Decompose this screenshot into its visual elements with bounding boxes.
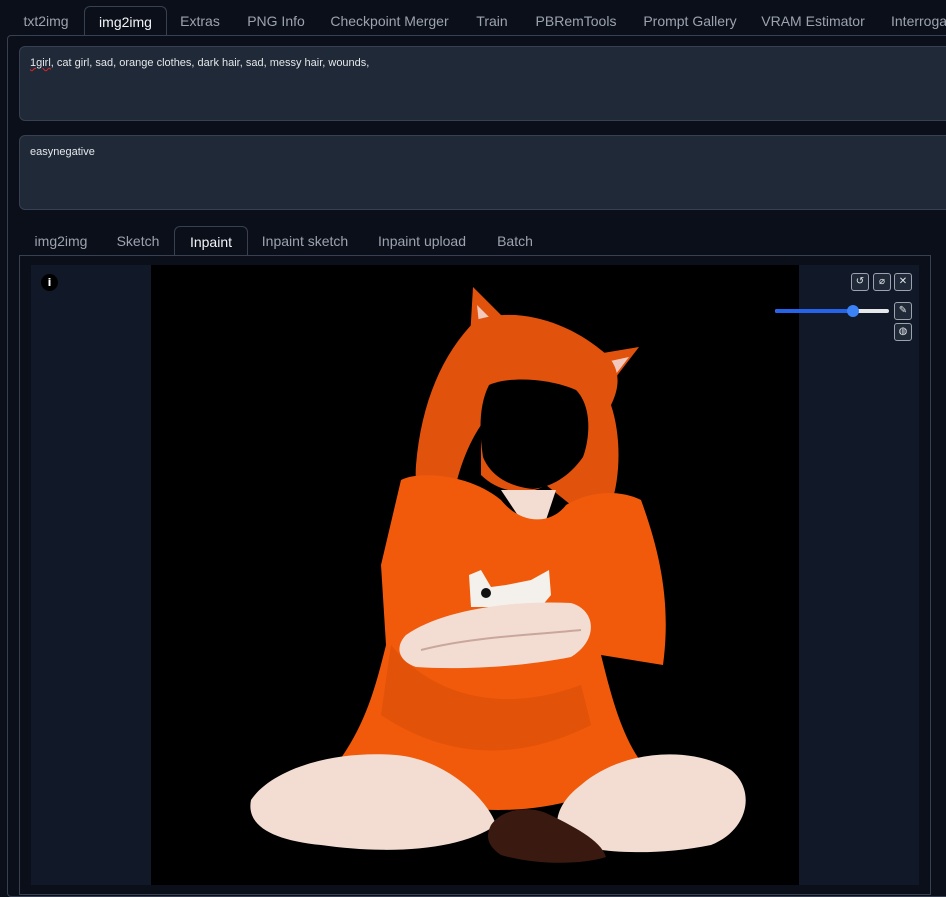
prompt-text: , cat girl, sad, orange clothes, dark ha… [50,57,370,69]
prompt-misspelled-word: 1girl [30,57,51,69]
brush-size-slider[interactable] [775,305,889,317]
clear-icon[interactable]: ⌀ [873,273,891,291]
main-tab-bar: txt2img img2img Extras PNG Info Checkpoi… [0,0,946,36]
subtab-img2img[interactable]: img2img [19,226,103,256]
cat-print-eye [481,588,491,598]
tab-interrogator[interactable]: Interroga [881,6,946,36]
tab-prompt-gallery[interactable]: Prompt Gallery [633,6,747,36]
brush-icon[interactable]: ✎ [894,302,912,320]
tab-txt2img[interactable]: txt2img [10,6,82,36]
color-palette-icon[interactable]: ◍ [894,323,912,341]
subtab-batch[interactable]: Batch [486,226,544,256]
close-icon[interactable]: ✕ [894,273,912,291]
tab-png-info[interactable]: PNG Info [236,6,316,36]
tab-img2img[interactable]: img2img [84,6,167,36]
cat-girl-illustration [250,287,746,863]
subtab-inpaint[interactable]: Inpaint [174,226,248,256]
brush-size-thumb[interactable] [846,305,859,317]
negative-prompt-textarea[interactable]: easynegative [19,135,946,210]
img2img-mode-tabs: img2img Sketch Inpaint Inpaint sketch In… [19,226,939,256]
inpaint-image[interactable] [151,265,799,885]
prompt-textarea[interactable]: 1girl, cat girl, sad, orange clothes, da… [19,46,946,121]
undo-icon[interactable]: ↺ [851,273,869,291]
brush-size-fill [775,309,853,313]
tab-pbremtools[interactable]: PBRemTools [527,6,625,36]
subtab-inpaint-sketch[interactable]: Inpaint sketch [251,226,359,256]
tab-checkpoint-merger[interactable]: Checkpoint Merger [322,6,457,36]
negative-prompt-text: easynegative [30,146,95,158]
subtab-sketch[interactable]: Sketch [107,226,169,256]
info-icon[interactable]: i [41,274,58,291]
tab-extras[interactable]: Extras [170,6,230,36]
tab-vram-estimator[interactable]: VRAM Estimator [754,6,872,36]
tab-train[interactable]: Train [464,6,520,36]
subtab-inpaint-upload[interactable]: Inpaint upload [367,226,477,256]
